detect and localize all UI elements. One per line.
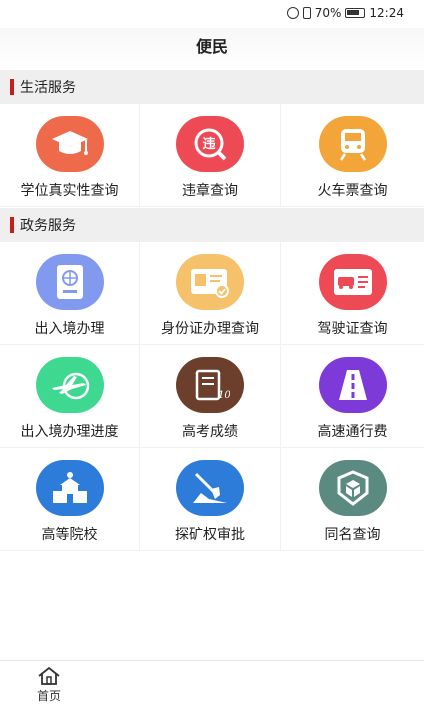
service-mining-approval[interactable]: 探矿权审批 — [140, 448, 281, 551]
service-train-tickets[interactable]: 火车票查询 — [281, 104, 424, 207]
service-universities[interactable]: 高等院校 — [0, 448, 140, 551]
svg-text:100: 100 — [218, 390, 230, 401]
service-label: 学位真实性查询 — [20, 183, 119, 199]
university-icon — [35, 460, 104, 516]
driver-license-icon — [318, 254, 387, 310]
exam-score-icon: 100 — [176, 357, 244, 413]
service-label: 高速通行费 — [317, 424, 388, 440]
service-label: 同名查询 — [324, 527, 381, 543]
shield-cube-icon — [318, 460, 387, 516]
section-accent-bar — [10, 79, 14, 95]
service-label: 火车票查询 — [317, 183, 388, 199]
service-driver-license[interactable]: 驾驶证查询 — [281, 242, 424, 345]
section-title: 生活服务 — [20, 80, 76, 96]
service-exam-score[interactable]: 100 高考成绩 — [140, 345, 281, 448]
service-label: 出入境办理进度 — [20, 424, 119, 440]
clock-time: 12:24 — [369, 6, 404, 20]
nav-item-home[interactable]: 首页 — [24, 666, 74, 704]
service-degree-verification[interactable]: 学位真实性查询 — [0, 104, 140, 207]
airplane-icon — [35, 357, 104, 413]
service-label: 高考成绩 — [182, 424, 238, 440]
battery-percent: 70% — [314, 6, 342, 20]
section-header-life-services: 生活服务 — [0, 70, 424, 104]
service-label: 身份证办理查询 — [161, 321, 259, 337]
service-label: 驾驶证查询 — [317, 321, 388, 337]
section-header-government-services: 政务服务 — [0, 208, 424, 242]
service-id-card[interactable]: 身份证办理查询 — [140, 242, 281, 345]
service-same-name-query[interactable]: 同名查询 — [281, 448, 424, 551]
id-card-icon — [176, 254, 244, 310]
service-label: 探矿权审批 — [175, 527, 245, 543]
status-bar: 70% 12:24 — [0, 0, 424, 28]
service-label: 高等院校 — [41, 527, 98, 543]
service-label: 出入境办理 — [34, 321, 105, 337]
battery-icon — [345, 8, 366, 18]
app-header: 便民 — [0, 28, 424, 70]
highway-icon — [318, 357, 387, 413]
page-title: 便民 — [195, 37, 228, 56]
bottom-navigation: 首页 — [0, 660, 424, 705]
service-exit-entry-progress[interactable]: 出入境办理进度 — [0, 345, 140, 448]
home-icon — [38, 666, 60, 685]
train-icon — [318, 116, 387, 172]
service-traffic-violation[interactable]: 违 违章查询 — [140, 104, 281, 207]
graduation-cap-icon — [35, 116, 104, 172]
passport-icon — [35, 254, 104, 310]
service-highway-toll[interactable]: 高速通行费 — [281, 345, 424, 448]
svg-text:违: 违 — [202, 136, 215, 152]
life-services-grid: 学位真实性查询 违 违章查询 火车票查询 — [0, 104, 424, 207]
vibrate-icon — [302, 7, 311, 19]
service-label: 违章查询 — [182, 183, 238, 199]
traffic-violation-icon: 违 — [176, 116, 244, 172]
government-services-grid: 出入境办理 身份证办理查询 驾驶证查询 出入境办理进度 100 高考成绩 高速通… — [0, 242, 424, 551]
service-exit-entry[interactable]: 出入境办理 — [0, 242, 140, 345]
section-title: 政务服务 — [20, 218, 76, 234]
status-indicators: 70% 12:24 — [286, 6, 404, 20]
mining-icon — [176, 460, 244, 516]
section-accent-bar — [10, 217, 14, 233]
nav-home-label: 首页 — [36, 689, 61, 703]
alarm-icon — [286, 7, 299, 19]
